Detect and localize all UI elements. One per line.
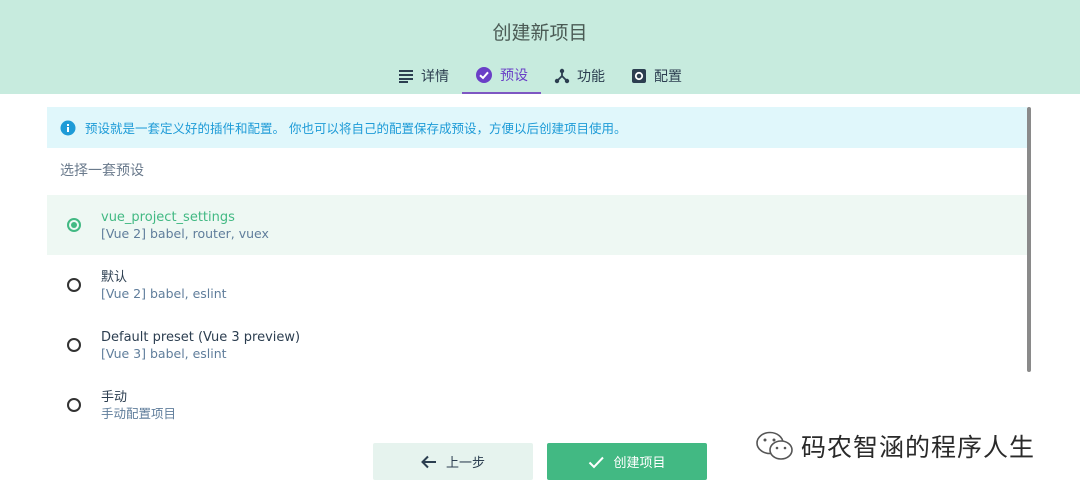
radio-unselected[interactable] xyxy=(67,338,81,352)
tab-details[interactable]: 详情 xyxy=(385,58,462,94)
wechat-icon xyxy=(755,429,795,463)
tab-label: 预设 xyxy=(500,68,528,84)
preset-desc: [Vue 2] babel, router, vuex xyxy=(101,225,269,241)
previous-step-button[interactable]: 上一步 xyxy=(373,443,533,480)
radio-unselected[interactable] xyxy=(67,278,81,292)
gear-icon xyxy=(631,68,647,84)
page-title: 创建新项目 xyxy=(492,22,588,44)
preset-name: 手动 xyxy=(101,389,128,405)
create-project-button[interactable]: 创建项目 xyxy=(547,443,707,480)
preset-panel[interactable]: 预设就是一套定义好的插件和配置。 你也可以将自己的配置保存成预设，方便以后创建项… xyxy=(47,107,1027,433)
section-title: 选择一套预设 xyxy=(60,163,144,179)
button-label: 创建项目 xyxy=(613,456,666,471)
info-banner: 预设就是一套定义好的插件和配置。 你也可以将自己的配置保存成预设，方便以后创建项… xyxy=(47,107,1027,148)
arrow-left-icon xyxy=(421,455,437,469)
radio-unselected[interactable] xyxy=(67,398,81,412)
tab-config[interactable]: 配置 xyxy=(618,58,695,94)
preset-option-vue-project-settings[interactable]: vue_project_settings [Vue 2] babel, rout… xyxy=(47,195,1027,255)
info-text: 预设就是一套定义好的插件和配置。 你也可以将自己的配置保存成预设，方便以后创建项… xyxy=(85,121,627,136)
preset-name: 默认 xyxy=(101,269,128,285)
preset-name: vue_project_settings xyxy=(101,209,235,225)
tab-presets[interactable]: 预设 xyxy=(462,58,541,94)
preset-desc: 手动配置项目 xyxy=(101,405,177,421)
fork-icon xyxy=(554,68,570,84)
preset-desc: [Vue 2] babel, eslint xyxy=(101,285,227,301)
preset-name: Default preset (Vue 3 preview) xyxy=(101,329,301,345)
radio-selected[interactable] xyxy=(67,218,81,232)
preset-option-vue3-preview[interactable]: Default preset (Vue 3 preview) [Vue 3] b… xyxy=(47,315,1027,375)
watermark: 码农智涵的程序人生 xyxy=(755,428,1035,464)
tab-label: 详情 xyxy=(421,69,449,85)
scrollbar[interactable] xyxy=(1027,107,1031,372)
watermark-text: 码农智涵的程序人生 xyxy=(801,433,1036,462)
preset-desc: [Vue 3] babel, eslint xyxy=(101,345,227,361)
tab-features[interactable]: 功能 xyxy=(541,58,618,94)
info-icon xyxy=(60,120,76,136)
list-icon xyxy=(398,69,414,83)
preset-option-default[interactable]: 默认 [Vue 2] babel, eslint xyxy=(47,255,1027,315)
tab-label: 功能 xyxy=(577,69,605,85)
checkmark-icon xyxy=(588,455,605,469)
header: 创建新项目 详情 预设 功能 配置 xyxy=(0,0,1080,94)
button-label: 上一步 xyxy=(445,456,485,471)
tab-label: 配置 xyxy=(654,69,682,85)
check-circle-icon xyxy=(475,66,493,84)
preset-option-manual[interactable]: 手动 手动配置项目 xyxy=(47,375,1027,433)
tab-bar: 详情 预设 功能 配置 xyxy=(0,58,1080,94)
